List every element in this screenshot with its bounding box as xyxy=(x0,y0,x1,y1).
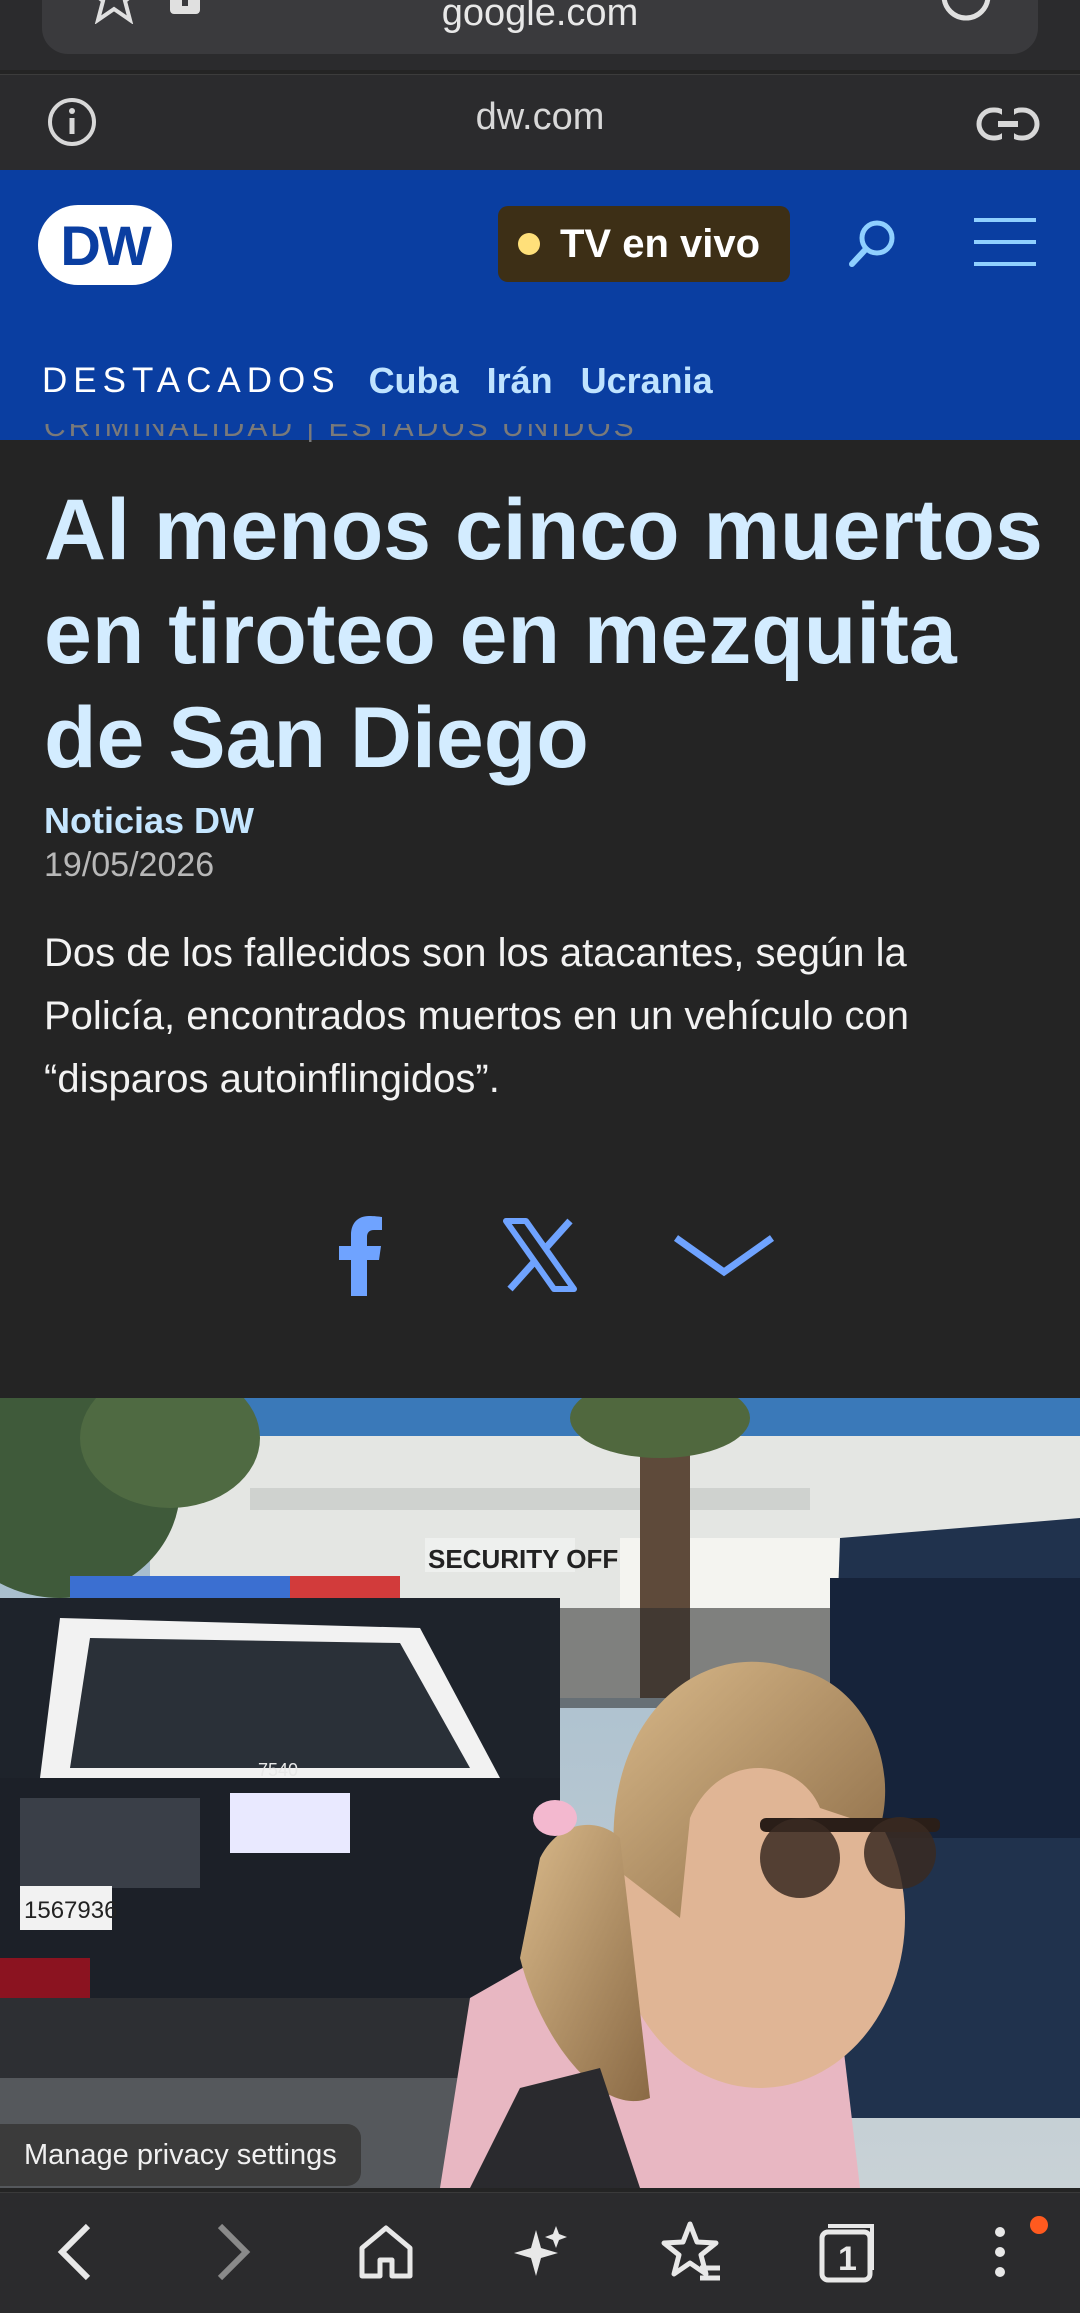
article-headline: Al menos cinco muertos en tiroteo en mez… xyxy=(44,482,1043,786)
home-icon[interactable] xyxy=(346,2212,426,2292)
nav-link-iran[interactable]: Irán xyxy=(487,360,553,402)
article-photo[interactable]: 1567936 7540 SECURITY OFF xyxy=(0,1398,1080,2188)
article-teaser: Dos de los fallecidos son los atacantes,… xyxy=(44,931,909,1101)
article-date: 19/05/2026 xyxy=(44,846,215,884)
nav-link-ucrania[interactable]: Ucrania xyxy=(581,360,713,402)
tv-live-button[interactable]: TV en vivo xyxy=(498,206,790,282)
nav-heading: DESTACADOS xyxy=(42,361,341,400)
menu-icon[interactable] xyxy=(960,2212,1040,2292)
tv-live-label: TV en vivo xyxy=(560,221,761,266)
security-sign: SECURITY OFF xyxy=(428,1544,618,1574)
article-author[interactable]: Noticias DW xyxy=(44,800,254,842)
site-domain: dw.com xyxy=(475,96,605,138)
car-number: 7540 xyxy=(258,1760,298,1780)
tabs-icon[interactable]: 1 xyxy=(806,2212,886,2292)
hamburger-menu-icon[interactable] xyxy=(972,214,1038,274)
notification-dot xyxy=(1030,2216,1048,2234)
facebook-icon[interactable] xyxy=(320,1205,400,1305)
back-icon[interactable] xyxy=(34,2212,114,2292)
bookmark-star-icon[interactable] xyxy=(652,2212,732,2292)
ai-sparkle-icon[interactable] xyxy=(500,2212,580,2292)
chevron-down-icon[interactable] xyxy=(672,1205,776,1305)
manage-privacy-button[interactable]: Manage privacy settings xyxy=(0,2124,361,2186)
x-icon[interactable] xyxy=(500,1205,580,1305)
tab-count: 1 xyxy=(838,2240,857,2278)
reload-icon[interactable] xyxy=(936,0,996,32)
topic-nav: DESTACADOS Cuba Irán Ucrania xyxy=(42,356,713,406)
dw-logo[interactable]: DW xyxy=(38,205,172,285)
omnibox-domain: google.com xyxy=(441,0,639,34)
license-plate: 1567936 xyxy=(24,1897,117,1924)
nav-link-cuba[interactable]: Cuba xyxy=(369,360,459,402)
search-icon[interactable] xyxy=(844,214,902,276)
forward-icon[interactable] xyxy=(194,2212,274,2292)
link-icon[interactable] xyxy=(976,104,1040,148)
live-dot-icon xyxy=(518,233,540,255)
